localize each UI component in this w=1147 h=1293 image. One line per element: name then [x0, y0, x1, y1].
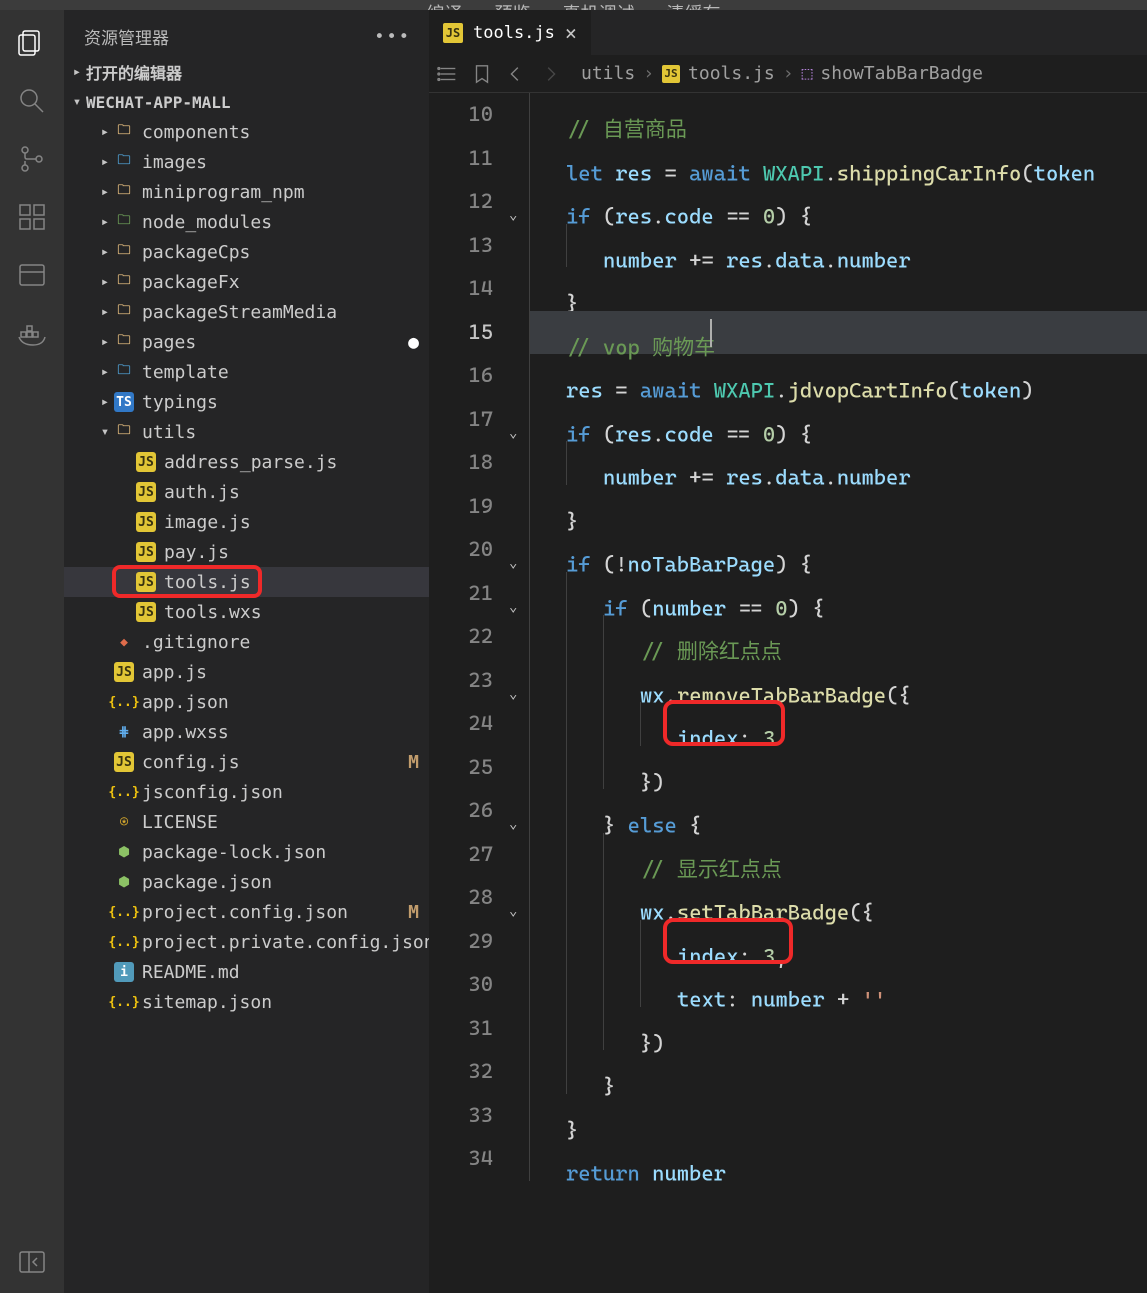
- code-line-21[interactable]: if (number == 0) {: [529, 572, 1147, 616]
- file-app-js[interactable]: JSapp.js: [64, 657, 429, 687]
- file-project-config-json[interactable]: {..}project.config.jsonM: [64, 897, 429, 927]
- code-line-13[interactable]: number += res.data.number: [529, 224, 1147, 268]
- folder-components[interactable]: ▸🗀components: [64, 117, 429, 147]
- tabs-row: JS tools.js ×: [429, 10, 1147, 55]
- code-line-12[interactable]: if (res.code == 0) {: [529, 180, 1147, 224]
- code-line-32[interactable]: }: [529, 1050, 1147, 1094]
- code-line-10[interactable]: // 自营商品: [529, 93, 1147, 137]
- explorer-sidebar: 资源管理器 ••• ▸打开的编辑器▾WECHAT-APP-MALL▸🗀compo…: [64, 10, 429, 1293]
- fold-icon[interactable]: ⌄: [509, 673, 517, 717]
- code-line-33[interactable]: }: [529, 1094, 1147, 1138]
- code-line-20[interactable]: if (!noTabBarPage) {: [529, 528, 1147, 572]
- bookmark-icon[interactable]: [471, 63, 493, 85]
- activity-bar: [0, 10, 64, 1293]
- code-line-29[interactable]: index: 3,: [529, 920, 1147, 964]
- code-line-28[interactable]: wx.setTabBarBadge({: [529, 876, 1147, 920]
- file-pay-js[interactable]: JSpay.js: [64, 537, 429, 567]
- file-jsconfig-json[interactable]: {..}jsconfig.json: [64, 777, 429, 807]
- breadcrumb[interactable]: utils› JStools.js› ⬚showTabBarBadge: [581, 63, 983, 84]
- section-project[interactable]: ▾WECHAT-APP-MALL: [64, 87, 429, 117]
- file-tools-wxs[interactable]: JStools.wxs: [64, 597, 429, 627]
- code-line-34[interactable]: return number: [529, 1137, 1147, 1181]
- collapse-sidebar-icon[interactable]: [17, 1247, 47, 1277]
- file-project-private-config-json[interactable]: {..}project.private.config.json: [64, 927, 429, 957]
- folder-node_modules[interactable]: ▸🗀node_modules: [64, 207, 429, 237]
- docker-icon[interactable]: [17, 318, 47, 348]
- forward-icon[interactable]: [539, 63, 561, 85]
- folder-packageStreamMedia[interactable]: ▸🗀packageStreamMedia: [64, 297, 429, 327]
- code-line-18[interactable]: number += res.data.number: [529, 441, 1147, 485]
- list-icon[interactable]: [437, 63, 459, 85]
- fold-icon[interactable]: ⌄: [509, 586, 517, 630]
- code-line-23[interactable]: wx.removeTabBarBadge({: [529, 659, 1147, 703]
- back-icon[interactable]: [505, 63, 527, 85]
- file-package-lock-json[interactable]: ⬢package-lock.json: [64, 837, 429, 867]
- code-line-27[interactable]: // 显示红点点: [529, 833, 1147, 877]
- explorer-title: 资源管理器: [84, 24, 169, 49]
- section-open-editors[interactable]: ▸打开的编辑器: [64, 57, 429, 87]
- code-line-22[interactable]: // 删除红点点: [529, 615, 1147, 659]
- code-editor[interactable]: 1011121314151617181920212223242526272829…: [429, 93, 1147, 1293]
- file-sitemap-json[interactable]: {..}sitemap.json: [64, 987, 429, 1017]
- fold-icon[interactable]: ⌄: [509, 542, 517, 586]
- menu-preview[interactable]: 预览: [495, 0, 531, 10]
- code-line-15[interactable]: // vop 购物车: [529, 311, 1147, 355]
- editor-pane: JS tools.js × utils› JStools.js› ⬚showTa…: [429, 10, 1147, 1293]
- file-README-md[interactable]: iREADME.md: [64, 957, 429, 987]
- file--gitignore[interactable]: ◆.gitignore: [64, 627, 429, 657]
- file-app-wxss[interactable]: ⋕app.wxss: [64, 717, 429, 747]
- explorer-more-icon[interactable]: •••: [374, 27, 411, 47]
- folder-miniprogram_npm[interactable]: ▸🗀miniprogram_npm: [64, 177, 429, 207]
- code-line-19[interactable]: }: [529, 485, 1147, 529]
- tab-tools-js[interactable]: JS tools.js ×: [429, 10, 592, 55]
- folder-packageFx[interactable]: ▸🗀packageFx: [64, 267, 429, 297]
- folder-pages[interactable]: ▸🗀pages●: [64, 327, 429, 357]
- files-icon[interactable]: [17, 28, 47, 58]
- file-app-json[interactable]: {..}app.json: [64, 687, 429, 717]
- code-line-11[interactable]: let res = await WXAPI.shippingCarInfo(to…: [529, 137, 1147, 181]
- fold-icon[interactable]: ⌄: [509, 412, 517, 456]
- code-line-25[interactable]: }): [529, 746, 1147, 790]
- code-line-17[interactable]: if (res.code == 0) {: [529, 398, 1147, 442]
- menu-compile[interactable]: 编译: [427, 0, 463, 10]
- folder-typings[interactable]: ▸TStypings: [64, 387, 429, 417]
- folder-packageCps[interactable]: ▸🗀packageCps: [64, 237, 429, 267]
- folder-template[interactable]: ▸🗀template: [64, 357, 429, 387]
- code-line-24[interactable]: index: 3: [529, 702, 1147, 746]
- layout-icon[interactable]: [17, 260, 47, 290]
- code-line-31[interactable]: }): [529, 1007, 1147, 1051]
- folder-images[interactable]: ▸🗀images: [64, 147, 429, 177]
- folder-utils[interactable]: ▾🗀utils: [64, 417, 429, 447]
- file-LICENSE[interactable]: ⍟LICENSE: [64, 807, 429, 837]
- fold-icon[interactable]: ⌄: [509, 803, 517, 847]
- source-control-icon[interactable]: [17, 144, 47, 174]
- code-line-30[interactable]: text: number + '': [529, 963, 1147, 1007]
- code-line-14[interactable]: }: [529, 267, 1147, 311]
- file-image-js[interactable]: JSimage.js: [64, 507, 429, 537]
- code-line-26[interactable]: } else {: [529, 789, 1147, 833]
- file-address_parse-js[interactable]: JSaddress_parse.js: [64, 447, 429, 477]
- fold-icon[interactable]: ⌄: [509, 194, 517, 238]
- breadcrumb-row: utils› JStools.js› ⬚showTabBarBadge: [429, 55, 1147, 93]
- file-package-json[interactable]: ⬢package.json: [64, 867, 429, 897]
- extensions-icon[interactable]: [17, 202, 47, 232]
- code-line-16[interactable]: res = await WXAPI.jdvopCartInfo(token): [529, 354, 1147, 398]
- file-tools-js[interactable]: JStools.js: [64, 567, 429, 597]
- menu-debug[interactable]: 真机调试: [563, 0, 635, 10]
- file-auth-js[interactable]: JSauth.js: [64, 477, 429, 507]
- close-icon[interactable]: ×: [565, 21, 577, 45]
- menu-clear-cache[interactable]: 清缓存: [667, 0, 721, 10]
- fold-icon[interactable]: ⌄: [509, 890, 517, 934]
- search-icon[interactable]: [17, 86, 47, 116]
- file-config-js[interactable]: JSconfig.jsM: [64, 747, 429, 777]
- top-menu: 编译 预览 真机调试 清缓存: [0, 0, 1147, 10]
